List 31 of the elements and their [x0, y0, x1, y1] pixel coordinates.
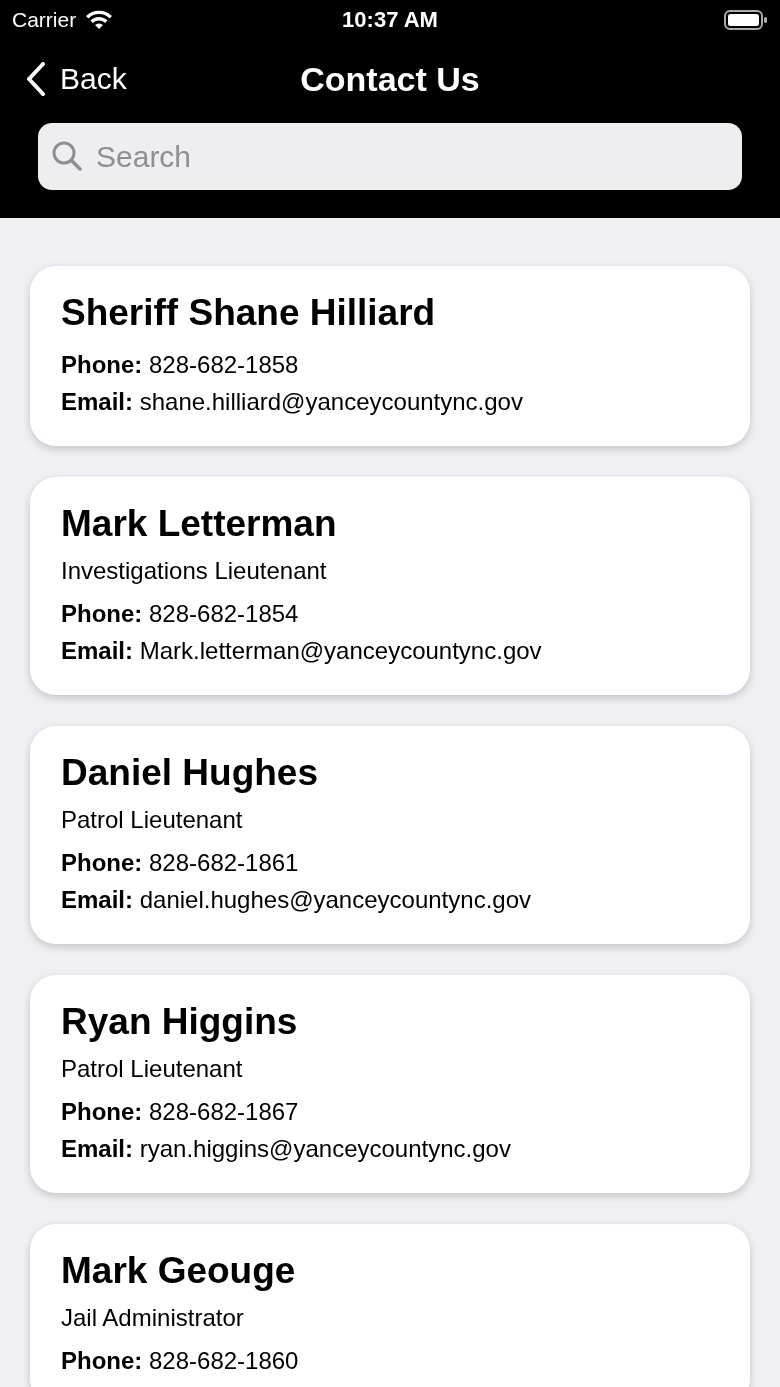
contact-card[interactable]: Daniel Hughes Patrol Lieutenant Phone: 828-682-1861 Email: daniel.hughes@yanceycountync.gov — [30, 726, 750, 944]
contact-title: Patrol Lieutenant — [61, 1055, 244, 1083]
contact-name: Sheriff Shane Hilliard — [61, 292, 437, 334]
phone-line: Phone: 828-682-1861 — [61, 848, 300, 878]
email-line: Email: Mark.letterman@yanceycountync.gov — [61, 636, 543, 666]
phone-line: Phone: 828-682-1867 — [61, 1097, 300, 1127]
carrier-text: Carrier — [12, 8, 77, 32]
contact-card[interactable]: Ryan Higgins Patrol Lieutenant Phone: 828-682-1867 Email: ryan.higgins@yanceycountync.gov — [30, 975, 750, 1193]
contact-title: Patrol Lieutenant — [61, 806, 244, 834]
contact-card[interactable]: Mark Geouge Jail Administrator Phone: 828-682-1860 — [30, 1224, 750, 1387]
contact-name: Daniel Hughes — [61, 752, 319, 794]
phone-line: Phone: 828-682-1858 — [61, 350, 300, 380]
email-line: Email: ryan.higgins@yanceycountync.gov — [61, 1134, 512, 1164]
contact-name: Mark Geouge — [61, 1250, 297, 1292]
phone-line: Phone: 828-682-1854 — [61, 599, 300, 629]
phone-line: Phone: 828-682-1860 — [61, 1346, 300, 1376]
contact-card[interactable]: Sheriff Shane Hilliard Phone: 828-682-1858 Email: shane.hilliard@yanceycountync.gov — [30, 266, 750, 446]
battery-icon — [724, 9, 768, 31]
email-line: Email: shane.hilliard@yanceycountync.gov — [61, 387, 524, 417]
search-icon — [52, 141, 82, 171]
chevron-left-icon — [26, 62, 46, 96]
search-field[interactable]: Search — [38, 123, 742, 190]
back-button[interactable]: Back — [0, 62, 127, 96]
contact-title: Jail Administrator — [61, 1304, 245, 1332]
contact-card[interactable]: Mark Letterman Investigations Lieutenant Phone: 828-682-1854 Email: Mark.letterman@yanceycountync.gov — [30, 477, 750, 695]
contact-title: Investigations Lieutenant — [61, 557, 328, 585]
email-line: Email: daniel.hughes@yanceycountync.gov — [61, 885, 532, 915]
contact-name: Mark Letterman — [61, 503, 338, 545]
screen-title: Contact Us — [300, 59, 480, 99]
contact-name: Ryan Higgins — [61, 1001, 299, 1043]
clock-time: 10:37 AM — [342, 7, 438, 33]
